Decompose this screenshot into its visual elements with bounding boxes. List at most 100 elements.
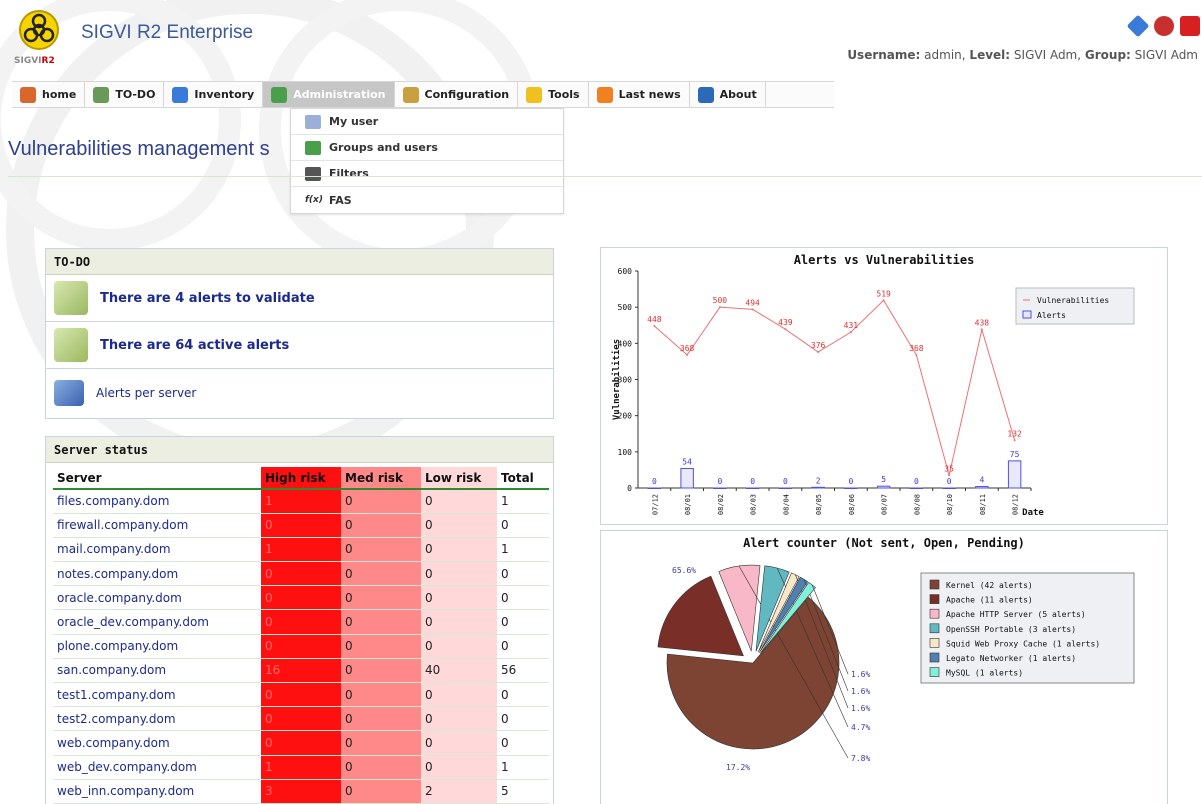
col-med-risk[interactable]: Med risk bbox=[341, 467, 421, 490]
col-low-risk[interactable]: Low risk bbox=[421, 467, 497, 490]
low-risk-cell: 0 bbox=[421, 489, 497, 514]
menu-item-to-do[interactable]: TO-DO bbox=[85, 82, 165, 107]
table-row[interactable]: files.company.dom 1 0 0 1 bbox=[53, 489, 549, 514]
alert-bar-label: 0 bbox=[652, 477, 657, 486]
todo-active-alerts[interactable]: There are 64 active alerts bbox=[46, 322, 553, 369]
menu-item-configuration[interactable]: Configuration bbox=[395, 82, 519, 107]
alert-counter-chart: Alert counter (Not sent, Open, Pending) 6… bbox=[657, 536, 1135, 772]
y-tick-label: 100 bbox=[618, 448, 633, 457]
server-name-cell[interactable]: san.company.dom bbox=[53, 658, 261, 684]
dropdown-item-my-user[interactable]: My user bbox=[291, 109, 563, 135]
page-title: Vulnerabilities management s bbox=[8, 138, 270, 160]
low-risk-cell: 0 bbox=[421, 755, 497, 780]
dropdown-item-groups-and-users[interactable]: Groups and users bbox=[291, 135, 563, 161]
menu-item-label: TO-DO bbox=[115, 88, 156, 101]
table-row[interactable]: web_dev.company.dom 1 0 0 1 bbox=[53, 755, 549, 780]
menu-item-home[interactable]: home bbox=[12, 82, 86, 107]
server-name-cell[interactable]: notes.company.dom bbox=[53, 561, 261, 587]
table-row[interactable]: test2.company.dom 0 0 0 0 bbox=[53, 706, 549, 732]
menu-item-last-news[interactable]: Last news bbox=[589, 82, 690, 107]
function-icon: f(x) bbox=[305, 195, 323, 205]
server-name-cell[interactable]: files.company.dom bbox=[53, 489, 261, 514]
home-icon bbox=[20, 86, 36, 103]
low-risk-cell: 40 bbox=[421, 658, 497, 684]
server-name-cell[interactable]: mail.company.dom bbox=[53, 537, 261, 563]
dropdown-item-label: FAS bbox=[329, 193, 352, 207]
pie-slice-label: 1.6% bbox=[851, 687, 870, 696]
server-name-cell[interactable]: plone.company.dom bbox=[53, 634, 261, 659]
high-risk-cell: 1 bbox=[261, 489, 341, 514]
server-name-cell[interactable]: firewall.company.dom bbox=[53, 513, 261, 538]
high-risk-cell: 0 bbox=[261, 585, 341, 611]
todo-alerts-per-server[interactable]: Alerts per server bbox=[46, 369, 553, 416]
menu-item-inventory[interactable]: Inventory bbox=[164, 82, 264, 107]
high-risk-cell: 0 bbox=[261, 682, 341, 708]
high-risk-cell: 1 bbox=[261, 755, 341, 780]
server-name-cell[interactable]: oracle.company.dom bbox=[53, 585, 261, 611]
server-name-cell[interactable]: web_inn.company.dom bbox=[53, 779, 261, 804]
x-tick-label: 08/02 bbox=[717, 494, 725, 515]
about-icon bbox=[697, 86, 714, 103]
low-risk-cell: 0 bbox=[421, 537, 497, 563]
dropdown-item-fas[interactable]: f(x) FAS bbox=[291, 187, 563, 213]
legend-swatch bbox=[929, 667, 940, 677]
high-risk-cell: 0 bbox=[261, 706, 341, 732]
menu-item-tools[interactable]: Tools bbox=[518, 82, 589, 107]
alert-bar bbox=[844, 487, 858, 489]
vulnerabilities-label: 431 bbox=[844, 321, 859, 330]
legend-swatch bbox=[929, 608, 940, 619]
table-row[interactable]: firewall.company.dom 0 0 0 0 bbox=[53, 513, 549, 538]
todo-validate-alerts[interactable]: There are 4 alerts to validate bbox=[46, 275, 553, 322]
help-icon[interactable] bbox=[1126, 14, 1150, 38]
table-row[interactable]: test1.company.dom 0 0 0 0 bbox=[53, 682, 549, 708]
server-name-cell[interactable]: web.company.dom bbox=[53, 730, 261, 756]
col-high-risk[interactable]: High risk bbox=[261, 467, 341, 490]
total-cell: 0 bbox=[497, 682, 549, 708]
legend-label: OpenSSH Portable (3 alerts) bbox=[946, 625, 1076, 634]
table-row[interactable]: web_inn.company.dom 3 0 2 5 bbox=[53, 779, 549, 804]
server-name-cell[interactable]: test1.company.dom bbox=[53, 682, 261, 708]
logout-icon[interactable] bbox=[1180, 16, 1200, 36]
alert-bar bbox=[713, 487, 727, 489]
chart-legend: Vulnerabilities Alerts bbox=[1015, 287, 1135, 325]
vulnerabilities-point bbox=[784, 328, 787, 331]
table-row[interactable]: oracle_dev.company.dom 0 0 0 0 bbox=[53, 609, 549, 635]
alert-counter-panel: Alert counter (Not sent, Open, Pending) 6… bbox=[600, 530, 1168, 804]
legend-label: MySQL (1 alerts) bbox=[946, 669, 1023, 678]
pie-slice-label: 7.8% bbox=[851, 754, 870, 763]
high-risk-cell: 3 bbox=[261, 779, 341, 804]
table-row[interactable]: san.company.dom 16 0 40 56 bbox=[53, 658, 549, 684]
med-risk-cell: 0 bbox=[341, 513, 421, 538]
pie-slice-label: 1.6% bbox=[851, 704, 870, 713]
server-name-cell[interactable]: web_dev.company.dom bbox=[53, 755, 261, 780]
table-row[interactable]: plone.company.dom 0 0 0 0 bbox=[53, 634, 549, 659]
legend-swatch bbox=[929, 594, 940, 604]
table-row[interactable]: notes.company.dom 0 0 0 0 bbox=[53, 561, 549, 587]
table-row[interactable]: oracle.company.dom 0 0 0 0 bbox=[53, 585, 549, 611]
server-name-cell[interactable]: test2.company.dom bbox=[53, 706, 261, 732]
col-total[interactable]: Total bbox=[497, 467, 549, 490]
med-risk-cell: 0 bbox=[341, 730, 421, 756]
table-row[interactable]: web.company.dom 0 0 0 0 bbox=[53, 730, 549, 756]
med-risk-cell: 0 bbox=[341, 537, 421, 563]
alert-bar bbox=[745, 487, 760, 489]
rss-icon bbox=[596, 86, 613, 103]
logo-text: SIGVIR2 bbox=[14, 56, 55, 66]
vulnerabilities-point bbox=[653, 324, 656, 327]
server-status-table: Server High risk Med risk Low risk Total… bbox=[53, 467, 549, 804]
total-cell: 1 bbox=[497, 755, 549, 780]
bug-icon[interactable] bbox=[1154, 16, 1174, 36]
table-row[interactable]: mail.company.dom 1 0 0 1 bbox=[53, 537, 549, 563]
alert-bar-label: 0 bbox=[848, 477, 853, 486]
menu-item-administration[interactable]: Administration bbox=[263, 82, 395, 107]
menu-item-about[interactable]: About bbox=[690, 82, 766, 107]
col-server[interactable]: Server bbox=[53, 467, 261, 490]
sigvi-logo[interactable]: SIGVIR2 bbox=[12, 8, 68, 70]
server-status-panel: Server status Server High risk Med risk … bbox=[45, 436, 554, 804]
med-risk-cell: 0 bbox=[341, 634, 421, 659]
total-cell: 0 bbox=[497, 730, 549, 756]
server-name-cell[interactable]: oracle_dev.company.dom bbox=[53, 609, 261, 635]
menu-item-label: Tools bbox=[548, 88, 580, 101]
alert-bar bbox=[647, 487, 662, 489]
dropdown-item-filters[interactable]: Filters bbox=[291, 161, 563, 187]
